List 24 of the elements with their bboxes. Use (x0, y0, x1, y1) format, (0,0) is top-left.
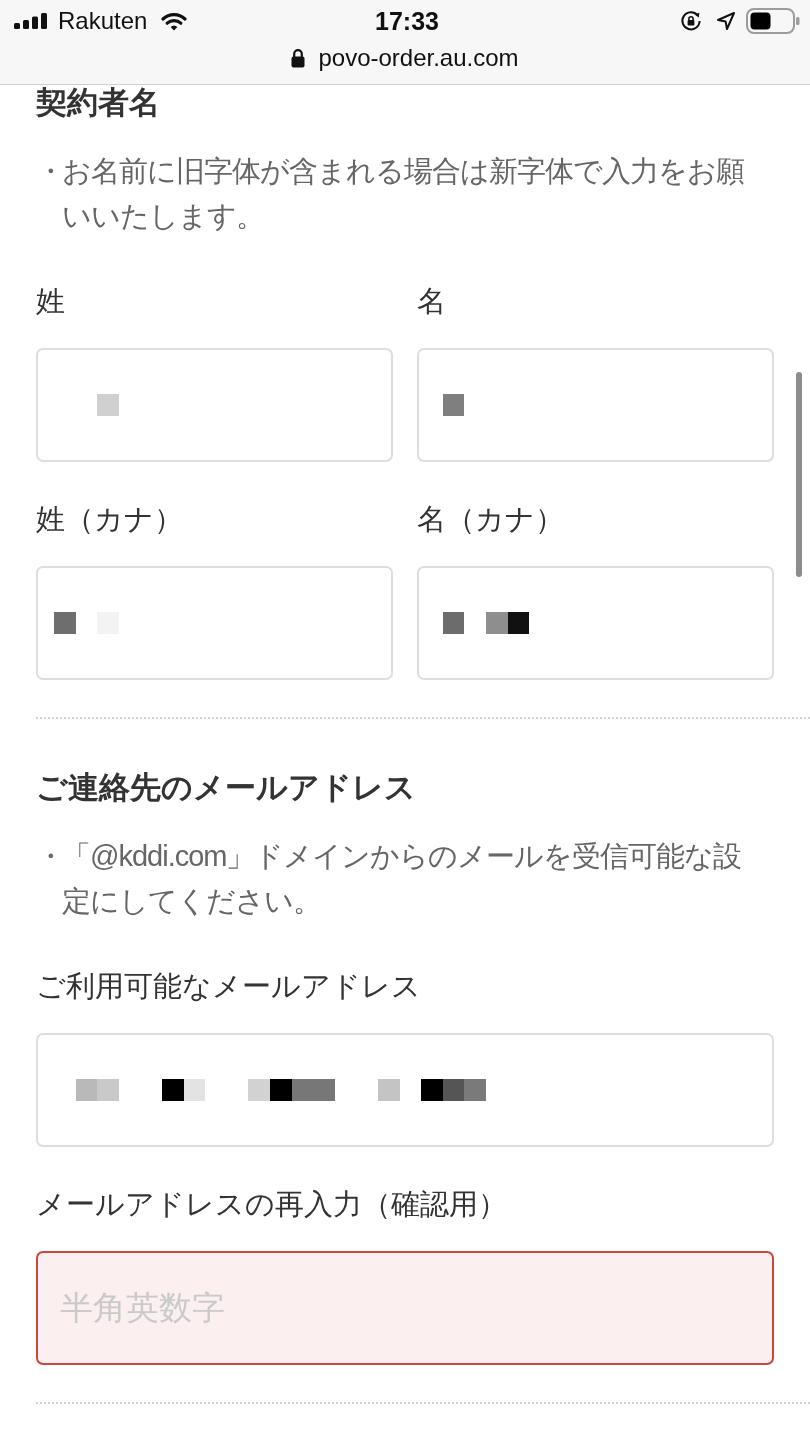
field-label: 姓 (36, 284, 65, 319)
field-label: ご利用可能なメールアドレス (36, 969, 421, 1004)
status-time: 17:33 (375, 7, 439, 35)
note-bullet: ・ (36, 839, 62, 874)
pixelated-text-drawing (54, 612, 119, 634)
section-heading: 契約者名 (36, 85, 161, 121)
field-label: メールアドレスの再入力（確認用） (36, 1187, 507, 1222)
pixelated-text-drawing (97, 394, 119, 416)
field-label: 姓（カナ） (36, 502, 183, 537)
field-label: 名 (417, 284, 446, 319)
field-label: 名（カナ） (417, 502, 564, 537)
signal-icon (14, 13, 50, 29)
rotation-lock-icon (680, 10, 702, 32)
wifi-icon (161, 11, 188, 31)
battery-icon (746, 8, 800, 34)
pixelated-text-drawing (442, 394, 465, 416)
location-arrow-icon (716, 11, 736, 31)
section-heading: ご連絡先のメールアドレス (36, 770, 417, 806)
note-text: お名前に旧字体が含まれる場合は新字体で入力をお願いいたします。 (62, 154, 745, 234)
note-text: 「@kddi.com」ドメインからのメールを受信可能な設定にしてください。 (62, 839, 743, 919)
carrier-name: Rakuten (58, 7, 148, 35)
note-bullet: ・ (36, 154, 62, 189)
lock-icon (291, 48, 306, 68)
address-bar-url[interactable]: povo-order.au.com (318, 43, 519, 73)
